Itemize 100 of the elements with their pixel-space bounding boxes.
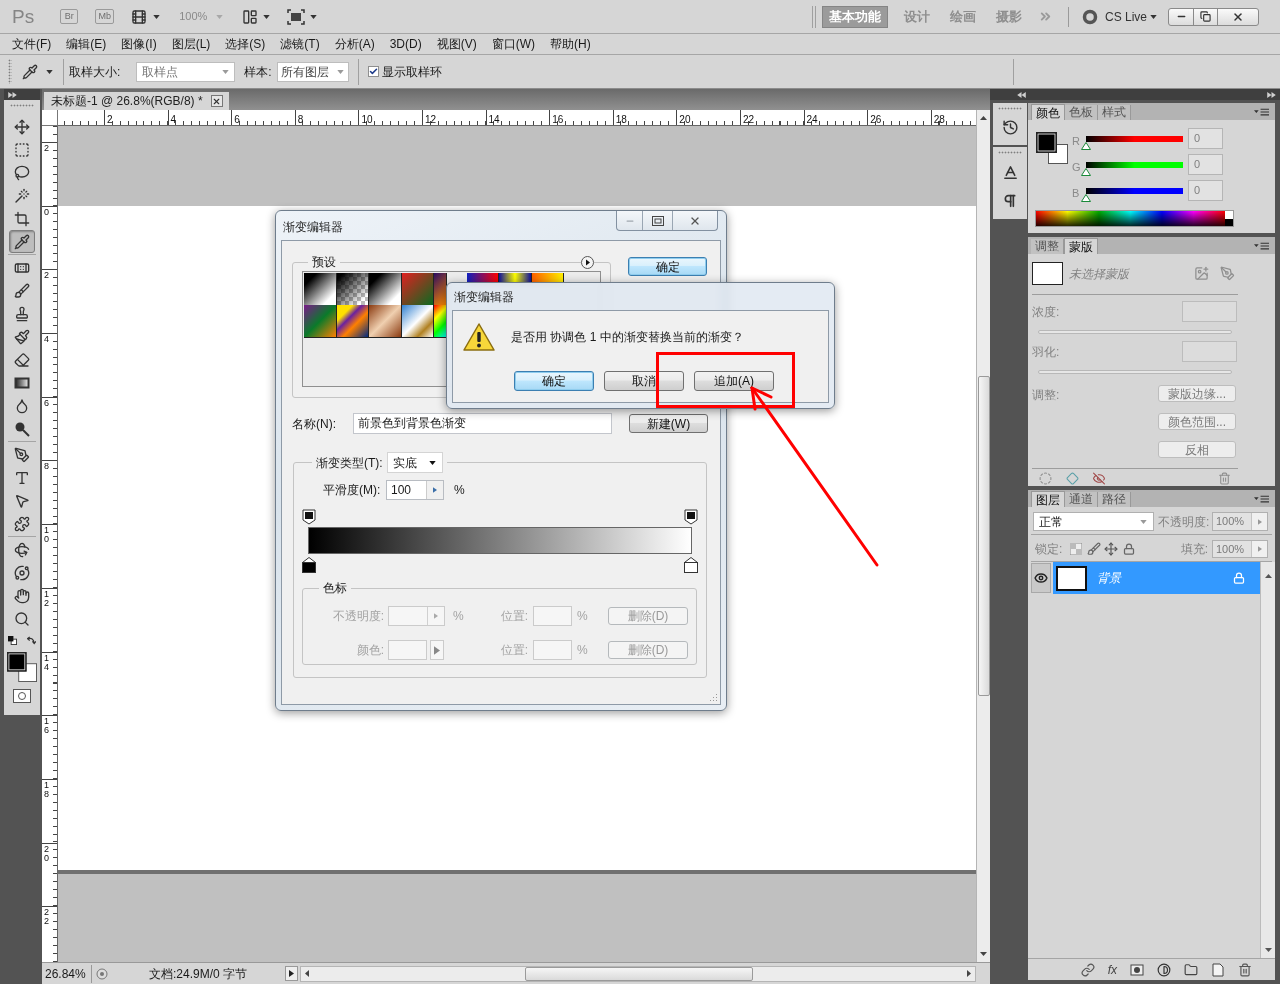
- double-triangle-right-icon[interactable]: [1267, 91, 1276, 98]
- half-circle-icon[interactable]: [1157, 962, 1171, 977]
- gradient-swatch[interactable]: [304, 273, 337, 306]
- menu-item[interactable]: 分析(A): [334, 35, 375, 53]
- swap-arrows-icon[interactable]: [27, 635, 36, 645]
- gradient-swatch[interactable]: [336, 305, 369, 338]
- gradient-swatch[interactable]: [369, 305, 402, 338]
- color-picker-button[interactable]: [430, 640, 444, 660]
- color-field[interactable]: [388, 640, 427, 660]
- menu-item[interactable]: 视图(V): [436, 35, 477, 53]
- screen-mode-button[interactable]: [287, 8, 318, 25]
- panel-menu-icon[interactable]: [1254, 107, 1269, 116]
- arrange-documents-button[interactable]: [241, 8, 271, 25]
- tool-preset-picker[interactable]: [22, 63, 53, 80]
- density-field[interactable]: [1182, 301, 1237, 322]
- sample-size-dropdown[interactable]: 取样点: [136, 61, 236, 82]
- new-page-icon[interactable]: [1211, 962, 1225, 977]
- new-button[interactable]: 新建(W): [629, 414, 708, 433]
- panel-tab[interactable]: 图层: [1031, 491, 1065, 507]
- tool-button[interactable]: [9, 230, 35, 253]
- fx-button[interactable]: fx: [1107, 960, 1117, 979]
- status-menu-button[interactable]: [285, 966, 298, 981]
- scrollbar-thumb[interactable]: [525, 966, 753, 981]
- menu-item[interactable]: 编辑(E): [66, 35, 107, 53]
- checkerboard-icon[interactable]: [1070, 543, 1083, 555]
- opacity-stop-marker[interactable]: [684, 509, 698, 525]
- ok-button[interactable]: 确定: [628, 257, 707, 276]
- resize-grip-icon[interactable]: [708, 692, 718, 702]
- smoothness-field[interactable]: 100: [386, 480, 444, 500]
- gradient-swatch[interactable]: [401, 273, 434, 306]
- menu-item[interactable]: 图层(L): [171, 35, 211, 53]
- opacity-stop-marker[interactable]: [302, 509, 316, 525]
- panel-menu-icon[interactable]: [1254, 241, 1269, 250]
- location-field[interactable]: [533, 606, 572, 626]
- name-field[interactable]: 前景色到背景色渐变: [353, 413, 612, 434]
- feather-field[interactable]: [1182, 341, 1237, 362]
- panel-menu-icon[interactable]: [1254, 494, 1269, 503]
- location-field[interactable]: [533, 640, 572, 660]
- scroll-left-icon[interactable]: [305, 970, 309, 977]
- menu-item[interactable]: 图像(I): [121, 35, 157, 53]
- visibility-toggle[interactable]: [1031, 563, 1051, 593]
- menu-item[interactable]: 文件(F): [12, 35, 52, 53]
- cs-live-button[interactable]: CS Live: [1104, 7, 1157, 26]
- circle-in-square-icon[interactable]: [1130, 962, 1144, 977]
- scrollbar-thumb[interactable]: [977, 376, 990, 696]
- play-circle-icon[interactable]: [581, 256, 594, 269]
- gradient-swatch[interactable]: [369, 273, 402, 306]
- history-panel-button[interactable]: [1001, 119, 1019, 136]
- close-button[interactable]: [210, 95, 223, 107]
- color-stop-marker[interactable]: [302, 557, 316, 573]
- menu-item[interactable]: 3D(D): [389, 35, 422, 53]
- link-icon[interactable]: [1080, 962, 1095, 977]
- mini-bridge-button[interactable]: Mb: [95, 9, 115, 24]
- bridge-button[interactable]: Br: [60, 9, 79, 24]
- sample-dropdown[interactable]: 所有图层: [276, 61, 349, 82]
- scroll-up-icon[interactable]: [1264, 574, 1272, 578]
- menu-item[interactable]: 帮助(H): [550, 35, 591, 53]
- fill-field[interactable]: 100%: [1212, 540, 1268, 558]
- quick-mask-button[interactable]: [13, 689, 31, 703]
- double-triangle-right-icon[interactable]: [8, 91, 17, 98]
- scroll-down-icon[interactable]: [980, 952, 987, 956]
- paragraph-panel-button[interactable]: [1002, 193, 1018, 209]
- color-swatches-icon[interactable]: [1036, 132, 1068, 164]
- double-triangle-left-icon[interactable]: [1017, 91, 1026, 98]
- folder-icon[interactable]: [1184, 962, 1198, 977]
- gradient-type-dropdown[interactable]: 实底: [386, 452, 443, 473]
- dialog-button[interactable]: 确定: [514, 371, 594, 391]
- panel-tab[interactable]: 路径: [1098, 492, 1131, 507]
- panel-tab[interactable]: 通道: [1065, 492, 1098, 507]
- move-icon[interactable]: [1104, 542, 1119, 556]
- menu-item[interactable]: 窗口(W): [491, 35, 535, 53]
- menu-item[interactable]: 选择(S): [225, 35, 266, 53]
- gradient-swatch[interactable]: [401, 305, 434, 338]
- gradient-swatch[interactable]: [499, 273, 532, 283]
- checkbox[interactable]: [367, 66, 379, 77]
- color-spectrum[interactable]: [1035, 210, 1234, 227]
- lock-icon[interactable]: [1123, 543, 1136, 555]
- panel-tab[interactable]: 色板: [1065, 105, 1098, 120]
- character-panel-button[interactable]: [1001, 164, 1019, 181]
- panel-tab[interactable]: 颜色: [1031, 104, 1065, 120]
- gradient-swatch[interactable]: [336, 273, 369, 306]
- menu-item[interactable]: 滤镜(T): [280, 35, 320, 53]
- slider-thumb[interactable]: [1081, 168, 1091, 176]
- blend-mode-dropdown[interactable]: 正常: [1033, 512, 1154, 531]
- eye-off-icon[interactable]: [1092, 472, 1106, 485]
- gradient-swatch[interactable]: [434, 273, 447, 306]
- scroll-right-icon[interactable]: [967, 970, 971, 977]
- view-extras-button[interactable]: [130, 8, 161, 25]
- scroll-up-icon[interactable]: [980, 116, 987, 120]
- gradient-swatch[interactable]: [304, 305, 337, 338]
- dialog-button[interactable]: 追加(A): [694, 371, 774, 391]
- slider-thumb[interactable]: [1081, 194, 1091, 202]
- opacity-field[interactable]: [388, 606, 445, 626]
- slider-thumb[interactable]: [1081, 142, 1091, 150]
- color-stop-marker[interactable]: [684, 557, 698, 573]
- trash-icon[interactable]: [1238, 962, 1252, 977]
- scroll-down-icon[interactable]: [1264, 948, 1272, 952]
- color-swatches-icon[interactable]: [7, 652, 37, 682]
- document-tab[interactable]: 未标题-1 @ 26.8%(RGB/8) *: [44, 92, 229, 110]
- dialog-button[interactable]: 取消: [604, 371, 684, 391]
